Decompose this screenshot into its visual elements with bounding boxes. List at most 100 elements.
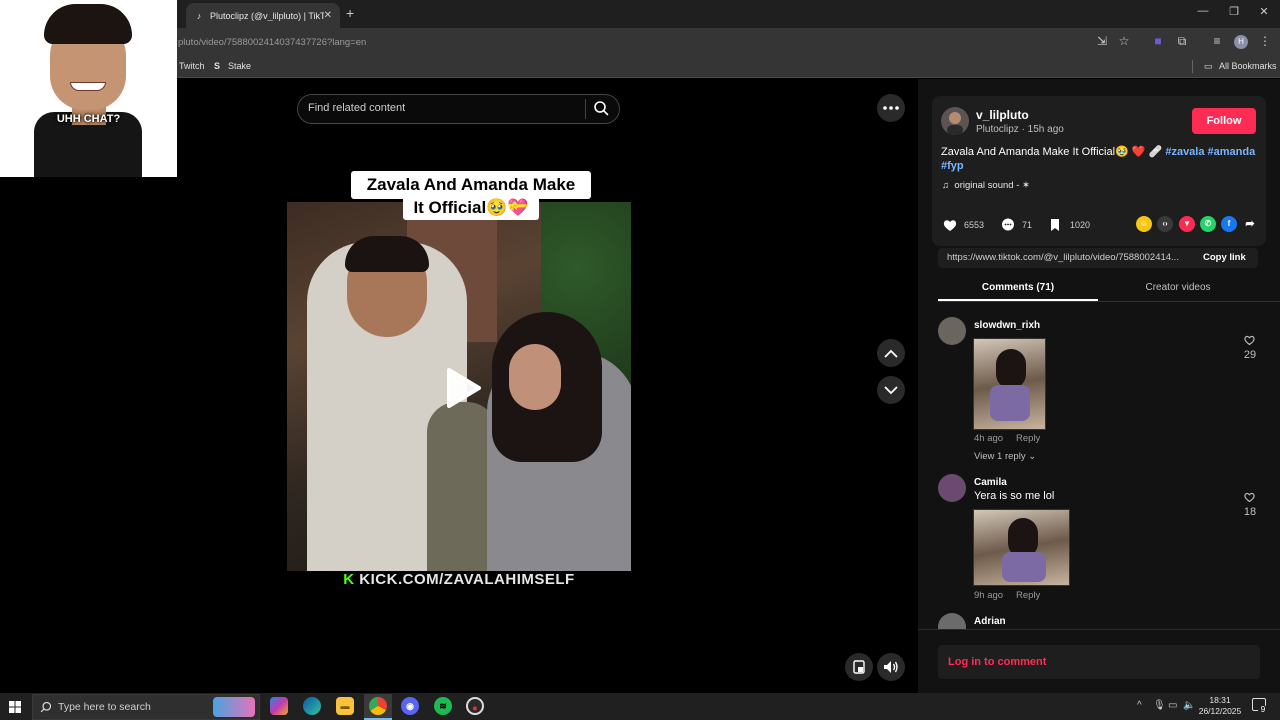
- volume-button[interactable]: [877, 653, 905, 681]
- hashtag-fyp[interactable]: #fyp: [941, 160, 964, 172]
- clock-date: 26/12/2025: [1198, 706, 1242, 716]
- author-meta: Plutoclipz · 15h ago: [976, 124, 1064, 135]
- author-avatar[interactable]: [941, 107, 969, 135]
- network-icon[interactable]: ▭: [1168, 700, 1177, 711]
- hashtag-links[interactable]: #zavala #amanda: [1165, 146, 1255, 158]
- restore-button[interactable]: ❐: [1224, 5, 1244, 18]
- share-arrow-icon[interactable]: ➦: [1242, 216, 1258, 232]
- view-replies-button[interactable]: View 1 reply ⌄: [974, 451, 1036, 462]
- video-description: Zavala And Amanda Make It Official🥹 ❤️ 🩹…: [941, 145, 1259, 173]
- comment-like-count: 29: [1243, 349, 1257, 361]
- search-icon: [40, 701, 52, 713]
- comment-time: 4h ago: [974, 433, 1004, 444]
- active-tab-indicator: [938, 299, 1098, 301]
- bookmark-icon[interactable]: [1047, 217, 1063, 233]
- file-explorer-icon[interactable]: ▬: [336, 697, 354, 715]
- volume-icon: [884, 661, 898, 673]
- edge-icon[interactable]: [303, 697, 321, 715]
- comment-heart-icon[interactable]: [1243, 334, 1256, 346]
- kick-logo-icon: K: [343, 571, 355, 588]
- taskbar-search-input[interactable]: Type here to search: [58, 701, 151, 713]
- profile-avatar[interactable]: H: [1234, 35, 1248, 49]
- volume-tray-icon[interactable]: 🔈: [1183, 700, 1195, 711]
- comment-image[interactable]: [973, 509, 1070, 586]
- comment-image[interactable]: [973, 338, 1046, 430]
- chrome-icon[interactable]: [369, 697, 387, 715]
- spotify-icon[interactable]: ≋: [434, 697, 452, 715]
- picture-in-picture-icon: [853, 660, 865, 674]
- windows-start-icon[interactable]: [4, 697, 26, 717]
- heart-icon[interactable]: [942, 217, 958, 233]
- comment-username[interactable]: slowdwn_rixh: [974, 320, 1040, 331]
- extensions-puzzle-icon[interactable]: ⧉: [1174, 34, 1190, 49]
- microphone-icon[interactable]: 🎙: [1153, 700, 1166, 711]
- chevron-up-icon: [884, 349, 898, 358]
- tab-creator-videos[interactable]: Creator videos: [1098, 282, 1258, 293]
- browser-tab[interactable]: ♪ Plutoclipz (@v_lilpluto) | TikTok ✕: [186, 3, 340, 28]
- next-video-button[interactable]: [877, 376, 905, 404]
- facebook-icon[interactable]: f: [1221, 216, 1237, 232]
- media-control-icon[interactable]: ≡: [1209, 34, 1225, 48]
- notification-count: 9: [1258, 705, 1268, 715]
- video-caption-line1: Zavala And Amanda Make: [351, 171, 591, 199]
- tab-close-icon[interactable]: ✕: [324, 10, 332, 21]
- share-link-text: https://www.tiktok.com/@v_lilpluto/video…: [947, 252, 1179, 263]
- sound-link[interactable]: ♫ original sound - ✶: [942, 180, 1030, 191]
- comment-text: Yera is so me lol: [974, 490, 1055, 502]
- avatar[interactable]: [938, 474, 966, 502]
- url-field[interactable]: pluto/video/7588002414037437726?lang=en: [178, 37, 366, 48]
- search-icon[interactable]: [593, 100, 609, 116]
- search-input[interactable]: Find related content: [308, 102, 405, 114]
- discord-icon[interactable]: ◉: [401, 697, 419, 715]
- login-to-comment-link[interactable]: Log in to comment: [948, 656, 1046, 668]
- follow-button[interactable]: Follow: [1192, 108, 1256, 134]
- comment-icon[interactable]: [1000, 217, 1016, 233]
- new-tab-button[interactable]: +: [346, 5, 354, 21]
- install-app-icon[interactable]: ⇲: [1094, 34, 1110, 48]
- description-text: Zavala And Amanda Make It Official🥹 ❤️ 🩹: [941, 146, 1163, 158]
- kick-watermark-text: KICK.COM/ZAVALAHIMSELF: [359, 571, 575, 588]
- previous-video-button[interactable]: [877, 339, 905, 367]
- bookmark-stake[interactable]: Stake: [228, 61, 251, 71]
- webcam-caption: UHH CHAT?: [56, 113, 121, 125]
- chevron-down-icon: [884, 385, 898, 394]
- tabs-divider: [938, 301, 1280, 302]
- bookmark-twitch[interactable]: Twitch: [179, 61, 205, 71]
- whatsapp-icon[interactable]: ✆: [1200, 216, 1216, 232]
- copy-link-button[interactable]: Copy link: [1203, 252, 1246, 263]
- close-window-button[interactable]: ✕: [1254, 5, 1274, 18]
- search-highlight-icon: [213, 697, 255, 717]
- tray-overflow-icon[interactable]: ^: [1137, 700, 1142, 711]
- author-username[interactable]: v_lilpluto: [976, 108, 1029, 122]
- all-bookmarks[interactable]: All Bookmarks: [1219, 61, 1277, 71]
- friends-share-icon[interactable]: ☺: [1136, 216, 1152, 232]
- webcam-overlay: [0, 0, 177, 177]
- stake-icon: S: [214, 61, 221, 71]
- bookmark-divider: [1192, 60, 1193, 73]
- play-icon[interactable]: [443, 366, 483, 410]
- video-caption-line2: It Official🥹💝: [403, 196, 539, 220]
- comment-like-count: 18: [1243, 506, 1257, 518]
- tab-comments[interactable]: Comments (71): [938, 282, 1098, 293]
- reply-button[interactable]: Reply: [1016, 590, 1040, 601]
- comment-heart-icon[interactable]: [1243, 491, 1256, 503]
- reply-button[interactable]: Reply: [1016, 433, 1040, 444]
- comment-username[interactable]: Adrian: [974, 616, 1006, 627]
- more-dots-icon: [883, 106, 899, 110]
- avatar[interactable]: [938, 317, 966, 345]
- send-icon[interactable]: ▼: [1179, 216, 1195, 232]
- more-options-button[interactable]: [877, 94, 905, 122]
- clock[interactable]: 18:31 26/12/2025: [1198, 695, 1242, 717]
- minimize-button[interactable]: —: [1193, 5, 1213, 17]
- chevron-down-icon: ⌄: [1028, 451, 1037, 462]
- obs-icon[interactable]: ●: [466, 697, 484, 715]
- bookmark-star-icon[interactable]: ☆: [1116, 34, 1132, 48]
- comment-username[interactable]: Camila: [974, 477, 1007, 488]
- like-count: 6553: [964, 220, 985, 230]
- menu-dots-icon[interactable]: ⋮: [1257, 34, 1273, 48]
- copilot-icon[interactable]: [270, 697, 288, 715]
- extension-icon[interactable]: ■: [1150, 34, 1166, 48]
- music-note-icon: ♫: [942, 180, 950, 191]
- embed-icon[interactable]: ‹›: [1157, 216, 1173, 232]
- pip-button[interactable]: [845, 653, 873, 681]
